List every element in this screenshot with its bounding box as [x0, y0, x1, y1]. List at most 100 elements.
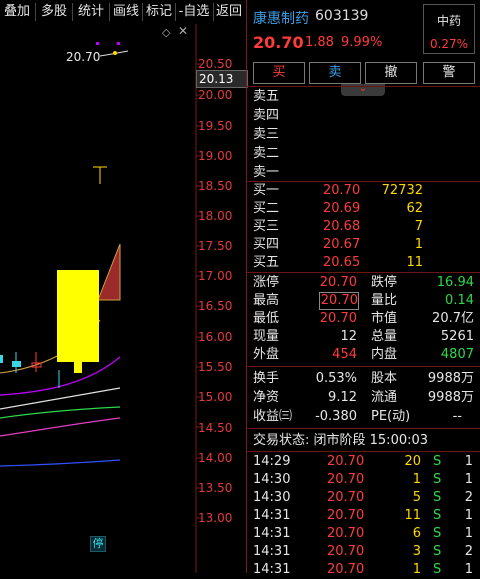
stock-name[interactable]: 康惠制药: [253, 8, 309, 28]
stat-label: 最低: [253, 311, 280, 326]
price-label: 19.50: [198, 119, 233, 133]
stat-label: 流通: [371, 390, 398, 405]
buy-level-vol: 11: [406, 255, 423, 270]
high-value: 20.70: [319, 292, 359, 310]
close-icon[interactable]: ✕: [178, 24, 188, 38]
sell-button[interactable]: 卖: [309, 62, 361, 84]
tick-count: 1: [464, 526, 473, 541]
tick-count: 1: [464, 562, 473, 577]
stock-code: 603139: [315, 8, 369, 24]
outer-volume-value: 454: [332, 347, 357, 362]
alert-button[interactable]: 警: [423, 62, 475, 84]
buy-level-price[interactable]: 20.67: [323, 236, 360, 254]
volume-ratio-value: 0.14: [445, 293, 474, 308]
tick-side: S: [433, 544, 442, 559]
pe-value: --: [452, 409, 462, 424]
stat-label: 涨停: [253, 275, 280, 290]
stat-label: 换手: [253, 371, 280, 386]
tick-price: 20.70: [327, 562, 365, 577]
remove-watchlist-button[interactable]: -自选: [176, 2, 212, 22]
back-button[interactable]: 返回: [214, 2, 244, 22]
halt-badge[interactable]: 停: [90, 536, 106, 552]
sector-box[interactable]: 中药 0.27%: [423, 4, 475, 54]
multi-stock-button[interactable]: 多股: [37, 2, 71, 22]
stat-label: 收益㈢: [253, 409, 293, 424]
buy-level-vol: 1: [414, 237, 423, 252]
limit-down-value: 16.94: [436, 275, 474, 290]
tick-vol: 11: [404, 508, 421, 523]
ma-line-green: [0, 406, 121, 419]
diamond-icon[interactable]: ◇: [162, 26, 170, 39]
share-capital-value: 9988万: [427, 371, 474, 386]
draw-line-button[interactable]: 画线: [111, 2, 141, 22]
tick-vol: 5: [412, 490, 421, 505]
buy-level-price[interactable]: 20.70: [323, 182, 360, 200]
cancel-button[interactable]: 撤: [365, 62, 417, 84]
price-label: 18.50: [198, 179, 233, 193]
float-shares-value: 9988万: [427, 390, 474, 405]
price-label: 20.50: [198, 57, 233, 71]
ma-line-white: [0, 387, 121, 410]
buy-level-price[interactable]: 20.65: [323, 254, 360, 272]
tick-time: 14:30: [253, 472, 291, 487]
tick-side: S: [433, 472, 442, 487]
tick-time: 14:31: [253, 544, 291, 559]
price-change-pct: 9.99%: [341, 35, 383, 50]
tick-vol: 20: [404, 454, 421, 469]
buy-level-vol: 62: [406, 201, 423, 216]
tick-vol: 3: [412, 544, 421, 559]
tick-time: 14:31: [253, 526, 291, 541]
stat-label: 股本: [371, 371, 398, 386]
overlay-button[interactable]: 叠加: [0, 2, 34, 22]
tick-side: S: [433, 454, 442, 469]
buy-level-label: 买一: [253, 183, 280, 198]
price-label: 18.00: [198, 209, 233, 223]
tick-vol: 1: [412, 562, 421, 577]
price-label: 19.00: [198, 149, 233, 163]
tick-price: 20.70: [327, 454, 365, 469]
buy-level-price[interactable]: 20.68: [323, 218, 360, 236]
mark-button[interactable]: 标记: [144, 2, 174, 22]
buy-level-price[interactable]: 20.69: [323, 200, 360, 218]
price-label: 14.00: [198, 451, 233, 465]
sell-level-label: 卖一: [253, 165, 280, 180]
tick-time: 14:31: [253, 562, 291, 577]
stat-label: 总量: [371, 329, 398, 344]
tick-count: 2: [464, 544, 473, 559]
tick-time: 14:31: [253, 508, 291, 523]
tick-side: S: [433, 562, 442, 577]
chart-toolbar: 叠加 多股 统计 画线 标记 -自选 返回: [0, 0, 246, 24]
price-label: 17.00: [198, 269, 233, 283]
buy-button[interactable]: 买: [253, 62, 305, 84]
tick-side: S: [433, 526, 442, 541]
tick-count: 1: [464, 454, 473, 469]
tick-count: 1: [464, 472, 473, 487]
price-change: 1.88: [305, 35, 334, 50]
sell-level-label: 卖五: [253, 89, 280, 104]
limit-up-value: 20.70: [319, 275, 357, 290]
price-label: 13.50: [198, 481, 233, 495]
net-asset-value: 9.12: [328, 390, 357, 405]
price-scale: 20.50 20.00 19.50 19.00 18.50 18.00 17.5…: [196, 24, 246, 573]
inner-volume-value: 4807: [440, 347, 474, 362]
tick-vol: 6: [412, 526, 421, 541]
sector-name: 中药: [436, 14, 461, 28]
stats-button[interactable]: 统计: [74, 2, 108, 22]
buy-level-vol: 7: [414, 219, 423, 234]
price-label: 14.50: [198, 421, 233, 435]
quote-panel: 康惠制药 603139 中药 0.27% 20.70 1.88 9.99% 买 …: [247, 0, 480, 577]
stat-label: 现量: [253, 329, 280, 344]
tick-time: 14:29: [253, 454, 291, 469]
buy-level-label: 买五: [253, 255, 280, 270]
stat-label: 外盘: [253, 347, 280, 362]
buy-level-label: 买四: [253, 237, 280, 252]
market-cap-value: 20.7亿: [432, 311, 474, 326]
tick-price: 20.70: [327, 508, 365, 523]
stat-label: 净资: [253, 390, 280, 405]
trade-status: 交易状态: 闭市阶段 15:00:03: [253, 433, 429, 448]
tick-vol: 1: [412, 472, 421, 487]
tick-price: 20.70: [327, 526, 365, 541]
price-label: 13.00: [198, 511, 233, 525]
ma-line-blue: [0, 459, 121, 467]
sell-level-label: 卖四: [253, 108, 280, 123]
